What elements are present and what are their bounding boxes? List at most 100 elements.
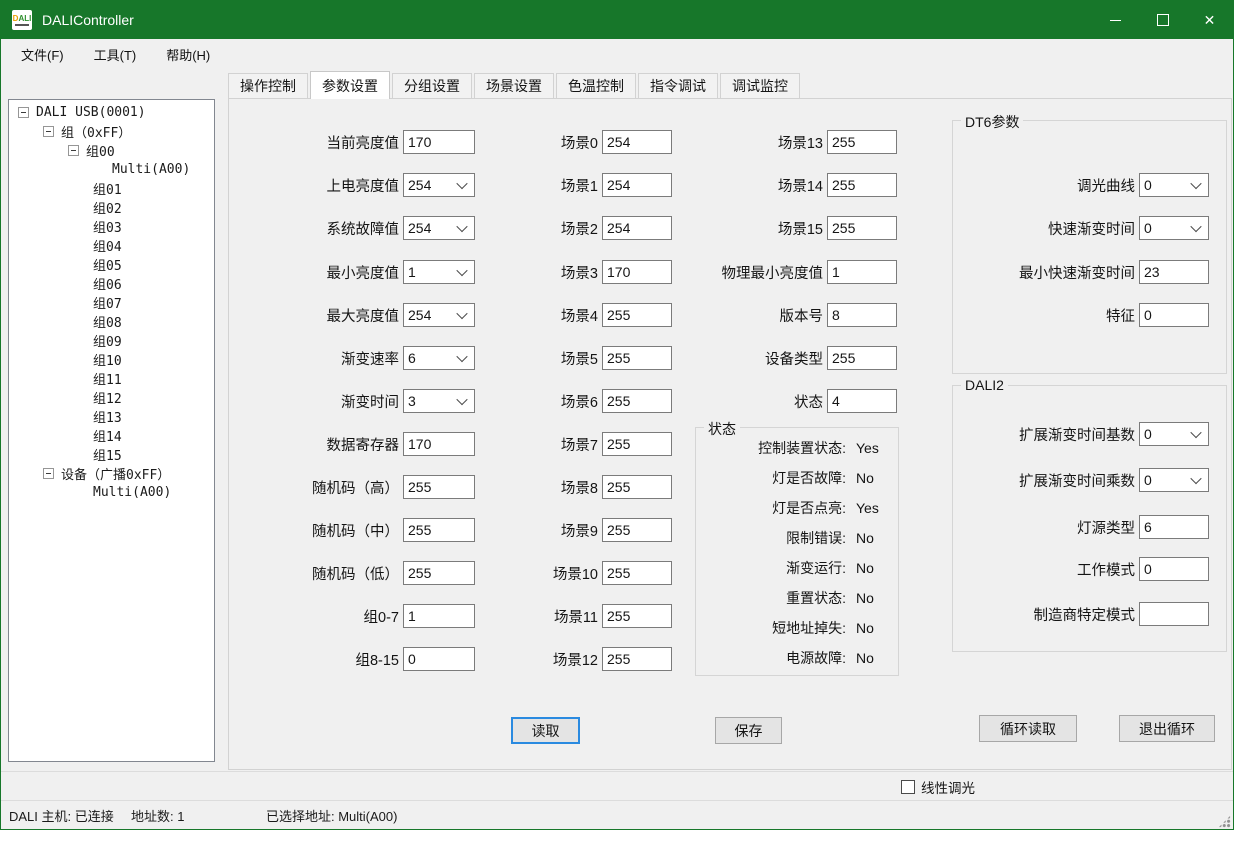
linear-dimming-checkbox[interactable]: 线性调光 — [901, 777, 975, 797]
tree-expand-icon[interactable] — [43, 468, 54, 479]
tree-node-group14[interactable]: 组14 — [9, 426, 214, 445]
exit-loop-button[interactable]: 退出循环 — [1119, 715, 1215, 742]
tree-node-group09[interactable]: 组09 — [9, 331, 214, 350]
tree-node-group08[interactable]: 组08 — [9, 312, 214, 331]
field-label: 当前亮度值 — [229, 132, 399, 153]
tree-node-group04[interactable]: 组04 — [9, 236, 214, 255]
tab-color-temp-control[interactable]: 色温控制 — [556, 73, 636, 98]
field-label: 版本号 — [689, 305, 823, 326]
menubar: 文件(F) 工具(T) 帮助(H) — [1, 39, 1233, 69]
tree-node-group01[interactable]: 组01 — [9, 179, 214, 198]
tree-node-root[interactable]: DALI USB(0001) — [9, 103, 214, 122]
tree-node-label: 组07 — [93, 293, 122, 312]
scene-1-input[interactable] — [602, 173, 672, 197]
tree-node-device-broadcast[interactable]: 设备（广播0xFF） — [9, 464, 214, 483]
min-fast-fade-time-input[interactable] — [1139, 260, 1209, 284]
field-label: 状态 — [689, 391, 823, 412]
tree-node-group00[interactable]: 组00 — [9, 141, 214, 160]
tree-node-label: 组（0xFF） — [61, 122, 131, 141]
scene-0-input[interactable] — [602, 130, 672, 154]
dt6-groupbox: DT6参数 — [952, 120, 1227, 374]
field-label: 渐变时间 — [229, 391, 399, 412]
scene-12-input[interactable] — [602, 647, 672, 671]
read-button[interactable]: 读取 — [511, 717, 580, 744]
scene-7-input[interactable] — [602, 432, 672, 456]
scene-4-input[interactable] — [602, 303, 672, 327]
field-label: 快速渐变时间 — [839, 218, 1135, 239]
manufacturer-mode-input[interactable] — [1139, 602, 1209, 626]
tree-expand-icon[interactable] — [18, 107, 29, 118]
tree-node-group13[interactable]: 组13 — [9, 407, 214, 426]
field-label: 特征 — [839, 305, 1135, 326]
menu-file[interactable]: 文件(F) — [11, 42, 74, 66]
tree-node-multi-a00[interactable]: Multi(A00) — [9, 160, 214, 179]
tree-node-group15[interactable]: 组15 — [9, 445, 214, 464]
tree-expand-icon[interactable] — [68, 145, 79, 156]
maximize-button[interactable] — [1139, 1, 1186, 39]
tree-node-label: 组13 — [93, 407, 122, 426]
field-label: 数据寄存器 — [229, 434, 399, 455]
loop-read-button[interactable]: 循环读取 — [979, 715, 1077, 742]
scene-10-input[interactable] — [602, 561, 672, 585]
tab-command-debug[interactable]: 指令调试 — [638, 73, 718, 98]
field-label: 最大亮度值 — [229, 305, 399, 326]
window-controls: ✕ — [1092, 1, 1233, 39]
tab-operation-control[interactable]: 操作控制 — [228, 73, 308, 98]
tab-debug-monitor[interactable]: 调试监控 — [720, 73, 800, 98]
tree-node-group07[interactable]: 组07 — [9, 293, 214, 312]
fast-fade-time-select[interactable]: 0 — [1139, 216, 1209, 240]
scene-2-input[interactable] — [602, 216, 672, 240]
ext-fade-time-multiplier-select[interactable]: 0 — [1139, 468, 1209, 492]
tree-node-group11[interactable]: 组11 — [9, 369, 214, 388]
tab-scene-settings[interactable]: 场景设置 — [474, 73, 554, 98]
scene-13-input[interactable] — [827, 130, 897, 154]
tree-node-label: 组15 — [93, 445, 122, 464]
operating-mode-input[interactable] — [1139, 557, 1209, 581]
select-value: 6 — [404, 350, 416, 366]
field-label: 随机码（中） — [229, 520, 399, 541]
menu-help[interactable]: 帮助(H) — [156, 42, 220, 66]
scene-3-input[interactable] — [602, 260, 672, 284]
maximize-icon — [1157, 14, 1169, 26]
features-input[interactable] — [1139, 303, 1209, 327]
app-logo-bar — [15, 24, 29, 26]
status-groupbox: 状态 控制装置状态:Yes 灯是否故障:No 灯是否点亮:Yes 限制错误:No… — [695, 427, 899, 676]
scene-6-input[interactable] — [602, 389, 672, 413]
field-label: 随机码（高） — [229, 477, 399, 498]
tree-expand-icon[interactable] — [43, 126, 54, 137]
tree-node-group[interactable]: 组（0xFF） — [9, 122, 214, 141]
tree-node-group03[interactable]: 组03 — [9, 217, 214, 236]
tab-parameter-settings[interactable]: 参数设置 — [310, 71, 390, 99]
ext-fade-time-base-select[interactable]: 0 — [1139, 422, 1209, 446]
scene-11-input[interactable] — [602, 604, 672, 628]
checkbox-icon — [901, 780, 915, 794]
scene-5-input[interactable] — [602, 346, 672, 370]
minimize-button[interactable] — [1092, 1, 1139, 39]
field-label: 场景5 — [462, 348, 598, 369]
save-button[interactable]: 保存 — [715, 717, 782, 744]
tree-node-label: 组08 — [93, 312, 122, 331]
select-value: 254 — [404, 307, 431, 323]
close-button[interactable]: ✕ — [1186, 1, 1233, 39]
scene-9-input[interactable] — [602, 518, 672, 542]
device-type-input[interactable] — [827, 346, 897, 370]
parameter-settings-page: 当前亮度值 上电亮度值254 系统故障值254 最小亮度值1 最大亮度值254 … — [228, 98, 1232, 770]
tree-node-device-multi-a00[interactable]: Multi(A00) — [9, 483, 214, 502]
menu-tools[interactable]: 工具(T) — [84, 42, 147, 66]
scene-8-input[interactable] — [602, 475, 672, 499]
status-input[interactable] — [827, 389, 897, 413]
app-window: DALI DALIController ✕ 文件(F) 工具(T) 帮助(H) … — [0, 0, 1234, 830]
tree-node-group02[interactable]: 组02 — [9, 198, 214, 217]
light-source-type-input[interactable] — [1139, 515, 1209, 539]
resize-grip[interactable] — [1218, 815, 1231, 828]
tab-grouping-settings[interactable]: 分组设置 — [392, 73, 472, 98]
tree-node-group12[interactable]: 组12 — [9, 388, 214, 407]
dimming-curve-select[interactable]: 0 — [1139, 173, 1209, 197]
tree-node-label: 组14 — [93, 426, 122, 445]
status-row: 电源故障:No — [700, 647, 874, 669]
tree-node-group10[interactable]: 组10 — [9, 350, 214, 369]
tree-node-label: Multi(A00) — [93, 485, 171, 500]
tree-node-group06[interactable]: 组06 — [9, 274, 214, 293]
tree-node-group05[interactable]: 组05 — [9, 255, 214, 274]
status-label: 灯是否故障: — [700, 468, 846, 488]
